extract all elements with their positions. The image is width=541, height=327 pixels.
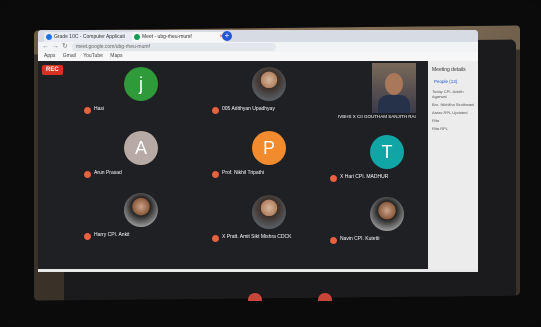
- tab-label: Meet - ubg-rheu-mumf: [142, 34, 192, 40]
- panel-line: Bro. Nikhilha Sindhwani: [432, 102, 475, 107]
- participant-name: 005 Adithyan Upadhyay: [222, 106, 275, 112]
- participant-tile[interactable]: 005 Adithyan Upadhyay: [210, 63, 330, 123]
- participant-name: Prof. Nikhil Tripathi: [222, 170, 264, 176]
- forward-icon[interactable]: →: [52, 42, 59, 52]
- participant-name: Harry CPI. Ankit: [94, 232, 130, 238]
- camera-button[interactable]: [318, 293, 332, 301]
- self-name-label: IVBHS X CII GOUTHAM SANJITH RAI: [338, 114, 416, 119]
- avatar: [124, 193, 158, 227]
- participant-name: Hasi: [94, 106, 105, 112]
- browser-tab-meet[interactable]: Meet - ubg-rheu-mumf ×: [132, 32, 226, 42]
- participant-name: Navin CPI. Kutetti: [340, 236, 380, 242]
- panel-line: Rita RPL: [432, 126, 449, 131]
- people-tab[interactable]: People (13): [428, 73, 478, 86]
- mic-muted-icon: [84, 171, 91, 178]
- avatar: P: [252, 131, 286, 165]
- panel-line: Aarav RPL Updated: [432, 110, 468, 115]
- bookmark-item[interactable]: YouTube: [83, 53, 103, 59]
- browser-tab-classroom[interactable]: Grade 10C - Computer Applicati ×: [44, 32, 140, 42]
- control-bar: [38, 269, 478, 272]
- recording-badge: REC: [42, 65, 63, 75]
- browser-tab-strip: Grade 10C - Computer Applicati × Meet - …: [38, 30, 478, 42]
- meeting-details-panel: Meeting details People (13) Today CPI. A…: [428, 61, 478, 269]
- new-tab-button[interactable]: +: [222, 31, 232, 41]
- participant-tile[interactable]: X Pratt. Amit Sikt Mishra CDCK: [210, 191, 330, 251]
- meet-favicon-icon: [134, 34, 140, 40]
- mic-button[interactable]: [248, 293, 262, 301]
- participant-tile[interactable]: A Arun Prasad: [82, 127, 202, 187]
- participant-tile[interactable]: P Prof. Nikhil Tripathi: [210, 127, 330, 187]
- bookmark-item[interactable]: Gmail: [63, 53, 76, 59]
- address-bar-row: ← → ↻ meet.google.com/ubg-rheu-mumf: [38, 42, 478, 52]
- panel-line: Rita: [432, 118, 440, 123]
- mic-muted-icon: [84, 107, 91, 114]
- back-icon[interactable]: ←: [42, 42, 49, 52]
- avatar: [370, 197, 404, 231]
- mic-muted-icon: [212, 171, 219, 178]
- mic-muted-icon: [330, 175, 337, 182]
- participant-name: X Pratt. Amit Sikt Mishra CDCK: [222, 234, 292, 240]
- participant-tile[interactable]: Harry CPI. Ankit: [82, 189, 202, 249]
- self-video-body: [378, 95, 410, 113]
- participant-name: X Hari CPI. MADHUR: [340, 174, 389, 180]
- self-video-head: [385, 73, 403, 95]
- bookmarks-bar: Apps Gmail YouTube Maps: [38, 52, 478, 61]
- avatar: j: [124, 67, 158, 101]
- avatar: [252, 195, 286, 229]
- meet-grid: REC j Hasi 005 Adithyan Upadhyay IVBHS X…: [38, 61, 478, 269]
- avatar: [252, 67, 286, 101]
- participant-name: Arun Prasad: [94, 170, 122, 176]
- bookmark-item[interactable]: Maps: [110, 53, 122, 59]
- mic-muted-icon: [84, 233, 91, 240]
- mic-muted-icon: [212, 107, 219, 114]
- avatar: A: [124, 131, 158, 165]
- participant-tile[interactable]: j Hasi: [82, 63, 202, 123]
- classroom-favicon-icon: [46, 34, 52, 40]
- photo-frame: Grade 10C - Computer Applicati × Meet - …: [0, 0, 541, 327]
- url-input[interactable]: meet.google.com/ubg-rheu-mumf: [72, 43, 276, 51]
- mic-muted-icon: [330, 237, 337, 244]
- avatar: T: [370, 135, 404, 169]
- bookmark-item[interactable]: Apps: [44, 53, 55, 59]
- panel-title: Meeting details: [432, 67, 466, 73]
- self-video-tile[interactable]: [372, 63, 416, 113]
- reload-icon[interactable]: ↻: [62, 42, 68, 52]
- mic-muted-icon: [212, 235, 219, 242]
- tab-label: Grade 10C - Computer Applicati: [54, 34, 125, 40]
- panel-line: Today CPI. Ankith Agarwal: [432, 89, 464, 99]
